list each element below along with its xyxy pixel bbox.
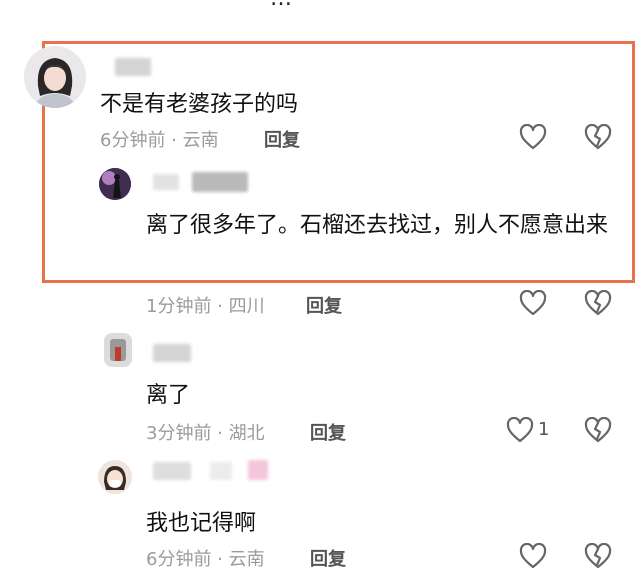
reply-text: 离了很多年了。石榴还去找过，别人不愿意出来 xyxy=(146,213,609,238)
broken-heart-outline-icon[interactable] xyxy=(584,543,612,569)
heart-outline-icon[interactable] xyxy=(519,543,547,569)
comment-meta: 6分钟前 · 云南 xyxy=(100,130,219,151)
heart-outline-icon[interactable] xyxy=(506,417,534,443)
username-redacted[interactable] xyxy=(153,174,179,190)
highlight-annotation-box xyxy=(42,41,635,283)
badge-redacted xyxy=(248,460,268,480)
username-redacted[interactable] xyxy=(153,462,191,480)
reply-button[interactable]: 回复 xyxy=(310,545,346,571)
avatar[interactable] xyxy=(99,168,131,200)
username-redacted[interactable] xyxy=(153,344,191,362)
reply-text: 我也记得啊 xyxy=(146,511,257,536)
reply-button[interactable]: 回复 xyxy=(306,292,342,318)
reply-text: 离了 xyxy=(146,383,191,408)
avatar[interactable] xyxy=(98,460,132,494)
broken-heart-outline-icon[interactable] xyxy=(584,290,612,316)
username-redacted[interactable] xyxy=(115,58,151,76)
heart-outline-icon[interactable] xyxy=(519,290,547,316)
broken-heart-outline-icon[interactable] xyxy=(584,417,612,443)
username-redacted[interactable] xyxy=(210,462,232,480)
username-redacted[interactable] xyxy=(192,172,248,192)
comment-meta: 1分钟前 · 四川 xyxy=(146,296,265,317)
reply-button[interactable]: 回复 xyxy=(264,126,300,152)
like-count: 1 xyxy=(538,419,550,440)
comment-text: 不是有老婆孩子的吗 xyxy=(100,92,299,117)
page-title-fragment: … xyxy=(270,0,292,11)
reply-button[interactable]: 回复 xyxy=(310,419,346,445)
comment-meta: 6分钟前 · 云南 xyxy=(146,549,265,570)
avatar[interactable] xyxy=(104,333,132,367)
comment-meta: 3分钟前 · 湖北 xyxy=(146,423,265,444)
broken-heart-outline-icon[interactable] xyxy=(584,124,612,150)
heart-outline-icon[interactable] xyxy=(519,124,547,150)
avatar[interactable] xyxy=(24,46,86,108)
